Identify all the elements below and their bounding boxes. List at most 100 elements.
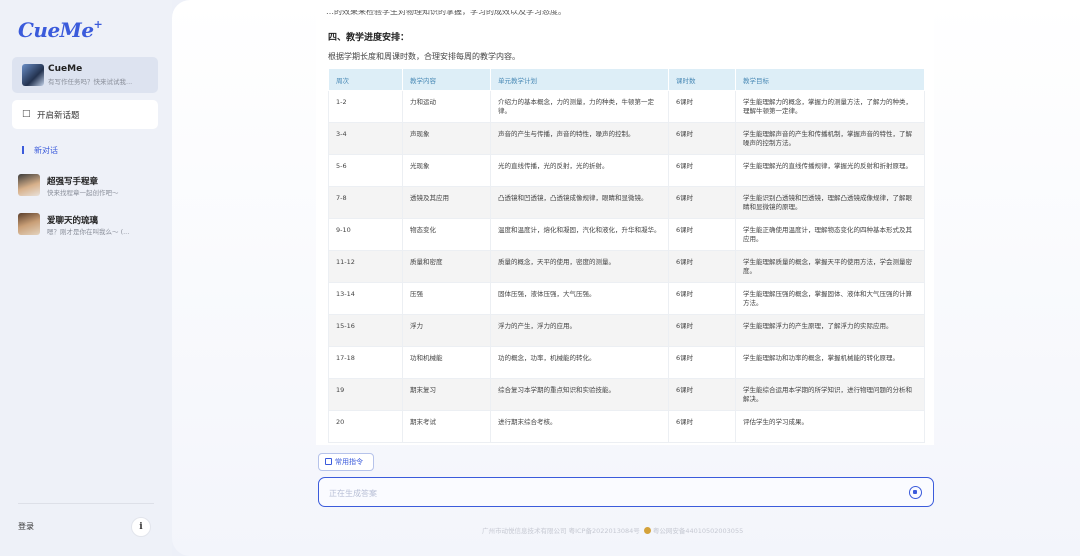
table-cell: 6课时 (668, 154, 736, 187)
table-cell: 11-12 (328, 250, 403, 283)
table-cell: 学生能理解功和功率的概念，掌握机械能的转化原理。 (735, 346, 925, 379)
column-header: 单元教学计划 (490, 68, 669, 91)
police-link[interactable]: 粤公网安备44010502003055 (653, 527, 743, 535)
column-header: 教学内容 (402, 68, 491, 91)
new-chat-item[interactable]: 新对话 (34, 145, 58, 156)
table-row: 20 期末考试 进行期末综合考核。 6课时 评估学生的学习成果。 (328, 410, 925, 443)
table-cell: 9-10 (328, 218, 403, 251)
info-icon[interactable]: i (131, 517, 151, 537)
new-topic-label: 开启新话题 (37, 111, 80, 121)
table-cell: 6课时 (668, 186, 736, 219)
table-cell: 透镜及其应用 (402, 186, 491, 219)
table-cell: 学生能综合运用本学期的所学知识，进行物理问题的分析和解决。 (735, 378, 925, 411)
table-cell: 压强 (402, 282, 491, 315)
table-cell: 声现象 (402, 122, 491, 155)
table-cell: 6课时 (668, 250, 736, 283)
table-cell: 质量和密度 (402, 250, 491, 283)
table-cell: 固体压强，液体压强，大气压强。 (490, 282, 669, 315)
table-cell: 17-18 (328, 346, 403, 379)
answer-content: …的效果来检验学生对物理知识的掌握，学习的成效以及学习态度。 四、教学进度安排：… (316, 0, 934, 445)
table-cell: 功和机械能 (402, 346, 491, 379)
table-cell: 学生能理解光的直线传播规律，掌握光的反射和折射原理。 (735, 154, 925, 187)
icp-link[interactable]: 粤ICP备2022013084号 (569, 527, 640, 535)
table-cell: 6课时 (668, 314, 736, 347)
table-cell: 3-4 (328, 122, 403, 155)
table-cell: 进行期末综合考核。 (490, 410, 669, 443)
active-indicator (22, 146, 24, 154)
login-link[interactable]: 登录 (18, 521, 34, 532)
table-cell: 期末考试 (402, 410, 491, 443)
table-cell: 6课时 (668, 346, 736, 379)
table-cell: 光的直线传播，光的反射，光的折射。 (490, 154, 669, 187)
column-header: 课时数 (668, 68, 736, 91)
column-header: 教学目标 (735, 68, 925, 91)
truncated-text: …的效果来检验学生对物理知识的掌握，学习的成效以及学习态度。 (326, 10, 566, 16)
table-cell: 学生能识别凸透镜和凹透镜，理解凸透镜成像规律，了解眼睛和显微镜的原理。 (735, 186, 925, 219)
new-topic-button[interactable]: □ 开启新话题 (12, 100, 158, 129)
table-cell: 7-8 (328, 186, 403, 219)
table-cell: 学生能理解压强的概念，掌握固体、液体和大气压强的计算方法。 (735, 282, 925, 315)
sidebar: CueMe+ CueMe 有写作任务吗？快来试试我... □ 开启新话题 新对话… (0, 0, 172, 556)
divider (18, 503, 154, 504)
table-cell: 6课时 (668, 410, 736, 443)
table-cell: 综合复习本学期的重点知识和实验技能。 (490, 378, 669, 411)
table-cell: 浮力的产生，浮力的应用。 (490, 314, 669, 347)
avatar (18, 174, 40, 196)
company-name: 广州市动悦信息技术有限公司 (482, 527, 567, 535)
logo-star-icon: + (93, 18, 103, 31)
table-row: 1-2 力和运动 介绍力的基本概念，力的测量，力的种类，牛顿第一定律。 6课时 学生能理… (328, 90, 925, 123)
table-cell: 6课时 (668, 90, 736, 123)
table-row: 19 期末复习 综合复习本学期的重点知识和实验技能。 6课时 学生能综合运用本学期的所学… (328, 378, 925, 411)
schedule-table: 周次 教学内容 单元教学计划 课时数 教学目标 1-2 力和运动 介绍力的基本概念，… (328, 68, 925, 443)
table-row: 9-10 物态变化 温度和温度计，熔化和凝固，汽化和液化，升华和凝华。 6课时 学生能正… (328, 218, 925, 251)
table-cell: 20 (328, 410, 403, 443)
bot-name: CueMe (48, 64, 83, 74)
police-badge-icon (643, 527, 651, 534)
table-row: 15-16 浮力 浮力的产生，浮力的应用。 6课时 学生能理解浮力的产生原理，了解浮力的… (328, 314, 925, 347)
section-heading: 四、教学进度安排： (328, 33, 410, 43)
conversation-title[interactable]: 超强写手程章 (47, 175, 98, 187)
stop-generating-icon[interactable] (909, 486, 922, 499)
bot-description: 有写作任务吗？快来试试我... (48, 78, 133, 86)
table-cell: 学生能理解力的概念，掌握力的测量方法，了解力的种类，理解牛顿第一定律。 (735, 90, 925, 123)
bot-card-cueme[interactable]: CueMe 有写作任务吗？快来试试我... (12, 57, 158, 93)
table-row: 3-4 声现象 声音的产生与传播，声音的特性，噪声的控制。 6课时 学生能理解声音的产生… (328, 122, 925, 155)
table-cell: 光现象 (402, 154, 491, 187)
table-cell: 评估学生的学习成果。 (735, 410, 925, 443)
table-row: 17-18 功和机械能 功的概念，功率，机械能的转化。 6课时 学生能理解功和功率的概念… (328, 346, 925, 379)
table-cell: 6课时 (668, 282, 736, 315)
table-cell: 凸透镜和凹透镜，凸透镜成像规律，眼睛和显微镜。 (490, 186, 669, 219)
table-row: 7-8 透镜及其应用 凸透镜和凹透镜，凸透镜成像规律，眼睛和显微镜。 6课时 学生能识别… (328, 186, 925, 219)
app-logo[interactable]: CueMe+ (18, 18, 103, 42)
table-cell: 介绍力的基本概念，力的测量，力的种类，牛顿第一定律。 (490, 90, 669, 123)
table-cell: 学生能理解浮力的产生原理，了解浮力的实际应用。 (735, 314, 925, 347)
column-header: 周次 (328, 68, 403, 91)
avatar (18, 213, 40, 235)
footer: 广州市动悦信息技术有限公司 粤ICP备2022013084号 粤公网安备44010… (482, 525, 743, 535)
table-row: 13-14 压强 固体压强，液体压强，大气压强。 6课时 学生能理解压强的概念，掌握固体… (328, 282, 925, 315)
table-cell: 功的概念，功率，机械能的转化。 (490, 346, 669, 379)
chat-bubble-icon: □ (22, 109, 31, 119)
table-cell: 学生能正确使用温度计，理解物态变化的四种基本形式及其应用。 (735, 218, 925, 251)
table-cell: 温度和温度计，熔化和凝固，汽化和液化，升华和凝华。 (490, 218, 669, 251)
conversation-title[interactable]: 爱聊天的琉璃 (47, 214, 98, 226)
chat-input[interactable] (329, 486, 889, 500)
commands-label: 常用指令 (335, 458, 363, 466)
table-cell: 质量的概念，天平的使用，密度的测量。 (490, 250, 669, 283)
table-cell: 学生能理解质量的概念，掌握天平的使用方法，学会测量密度。 (735, 250, 925, 283)
table-cell: 期末复习 (402, 378, 491, 411)
table-cell: 19 (328, 378, 403, 411)
table-cell: 6课时 (668, 218, 736, 251)
command-icon (325, 458, 332, 465)
common-commands-button[interactable]: 常用指令 (318, 453, 374, 471)
table-cell: 物态变化 (402, 218, 491, 251)
conversation-preview: 嗯？刚才是你在叫我么～ (... (47, 228, 130, 236)
table-cell: 学生能理解声音的产生和传播机制，掌握声音的特性，了解噪声的控制方法。 (735, 122, 925, 155)
table-row: 11-12 质量和密度 质量的概念，天平的使用，密度的测量。 6课时 学生能理解质量的概… (328, 250, 925, 283)
table-cell: 6课时 (668, 122, 736, 155)
table-cell: 6课时 (668, 378, 736, 411)
section-intro: 根据学期长度和周课时数，合理安排每周的教学内容。 (328, 52, 520, 61)
table-header-row: 周次 教学内容 单元教学计划 课时数 教学目标 (328, 68, 925, 91)
table-cell: 1-2 (328, 90, 403, 123)
chat-input-box (318, 477, 934, 507)
